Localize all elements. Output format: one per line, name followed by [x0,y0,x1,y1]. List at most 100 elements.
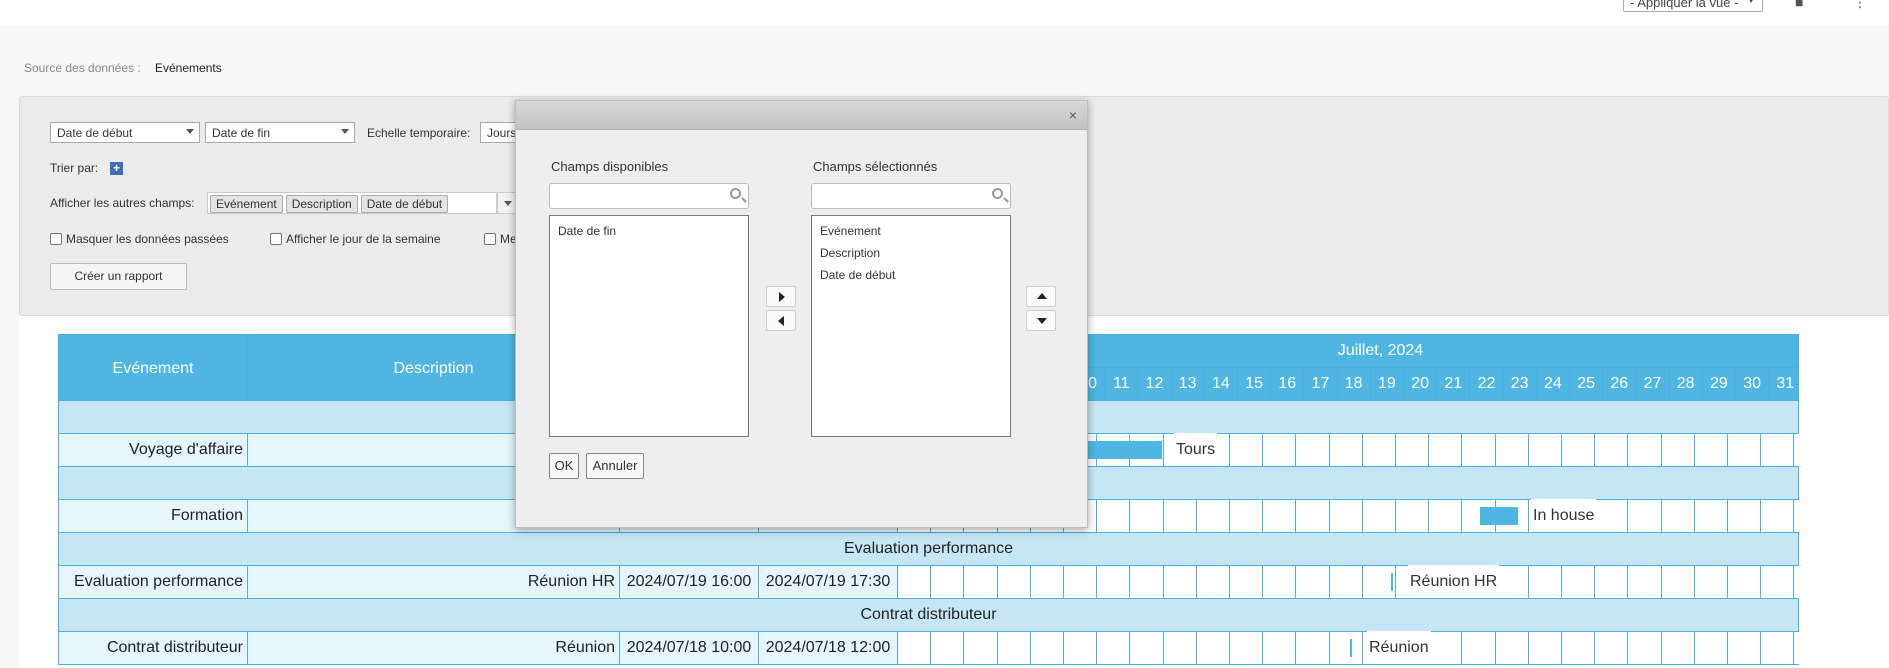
day-cell [1561,631,1596,665]
day-cell [1594,433,1629,467]
close-icon[interactable]: × [1069,107,1077,123]
list-item[interactable]: Date de début [820,264,1002,286]
more-icon[interactable]: ⋮ [1853,0,1867,11]
checkbox-box[interactable] [484,233,496,245]
save-icon[interactable]: ■ [1795,0,1803,10]
day-header: 31 [1768,367,1799,401]
other-fields-dropdown[interactable] [497,192,517,214]
move-down-button[interactable] [1026,310,1056,331]
available-fields-label: Champs disponibles [551,159,669,174]
move-up-button[interactable] [1026,286,1056,307]
day-cell [1527,565,1562,599]
create-report-button[interactable]: Créer un rapport [50,263,187,290]
day-cell [1162,565,1197,599]
hide-past-checkbox[interactable]: Masquer les données passées [50,232,229,246]
day-cell [1727,499,1762,533]
event-cell: Contrat distributeur [58,631,248,665]
search-icon [730,188,741,199]
chevron-down-icon [186,129,194,134]
gantt-bar-label: Tours [1174,433,1218,466]
move-right-button[interactable] [766,286,796,307]
day-cell [1660,433,1695,467]
gantt-bar-label: In house [1531,499,1597,532]
day-cell [1693,565,1728,599]
day-cell [1727,565,1762,599]
day-header: 24 [1535,367,1570,401]
day-cell [1295,433,1330,467]
day-cell [1693,499,1728,533]
day-cell [1328,565,1363,599]
arrow-left-icon [778,316,784,326]
day-cell [1693,433,1728,467]
day-cell [1129,631,1164,665]
description-cell: Réunion [247,631,620,665]
day-cell [1162,631,1197,665]
end-field-select[interactable]: Date de fin [205,122,355,143]
chip-description: Description [285,195,358,213]
list-item[interactable]: Description [820,242,1002,264]
available-fields-list[interactable]: Date de fin [549,215,749,437]
day-cell [1494,631,1529,665]
day-header: 21 [1436,367,1471,401]
apply-view-label: - Appliquer la vue - [1630,0,1739,10]
day-cell [1494,433,1529,467]
selected-search-input[interactable] [811,183,1011,209]
gantt-bar[interactable] [1350,639,1352,657]
day-cell [1527,631,1562,665]
list-item[interactable]: Date de fin [558,220,740,242]
gantt-bar[interactable] [1088,441,1162,459]
dialog-titlebar[interactable]: × [516,101,1087,130]
ok-button[interactable]: OK [549,453,579,479]
third-option-checkbox[interactable]: Me [484,232,517,246]
move-left-button[interactable] [766,310,796,331]
day-cell [1195,631,1230,665]
cancel-button[interactable]: Annuler [586,453,644,479]
gantt-bar[interactable] [1480,507,1518,525]
day-cell [1096,631,1131,665]
checkbox-box[interactable] [50,233,62,245]
day-cell [1361,433,1396,467]
day-header: 11 [1104,367,1139,401]
day-header: 12 [1137,367,1172,401]
event-cell: Evaluation performance [58,565,248,599]
day-header: 28 [1668,367,1703,401]
source-value: Evénements [155,61,222,75]
day-cell [1527,433,1562,467]
timescale-label: Echelle temporaire: [367,126,471,140]
day-cell [1229,433,1264,467]
start-field-select[interactable]: Date de début [50,122,200,143]
day-header: 30 [1735,367,1770,401]
group-row: Contrat distributeur [58,598,1799,632]
day-cell [1461,433,1496,467]
day-cell [1162,499,1197,533]
other-fields-box[interactable]: Evénement Description Date de début [207,192,497,214]
day-header: 13 [1170,367,1205,401]
start-field-value: Date de début [57,126,133,140]
source-label: Source des données : [24,61,141,75]
end-field-value: Date de fin [212,126,271,140]
day-cell [1461,631,1496,665]
apply-view-select[interactable]: - Appliquer la vue - ▼ [1623,0,1763,12]
add-sort-icon[interactable]: + [110,162,123,175]
timescale-value: Jours [487,126,517,140]
list-item[interactable]: Evénement [820,220,1002,242]
day-cell [1428,499,1463,533]
selected-fields-list[interactable]: Evénement Description Date de début [811,215,1011,437]
chevron-down-icon [341,129,349,134]
day-header: 23 [1502,367,1537,401]
gantt-bar[interactable] [1391,573,1393,591]
col-header-event[interactable]: Evénement [58,334,248,401]
day-cell [1229,499,1264,533]
day-cell [1594,565,1629,599]
day-cell [1760,565,1795,599]
end-cell: 2024/07/19 17:30 [758,565,898,599]
day-cell [1096,565,1131,599]
available-search-input[interactable] [549,183,749,209]
day-cell [1129,565,1164,599]
checkbox-box[interactable] [270,233,282,245]
hide-past-label: Masquer les données passées [66,232,229,246]
day-cell [1063,631,1098,665]
event-cell: Formation [58,499,248,533]
show-weekday-checkbox[interactable]: Afficher le jour de la semaine [270,232,441,246]
day-cell [1727,433,1762,467]
